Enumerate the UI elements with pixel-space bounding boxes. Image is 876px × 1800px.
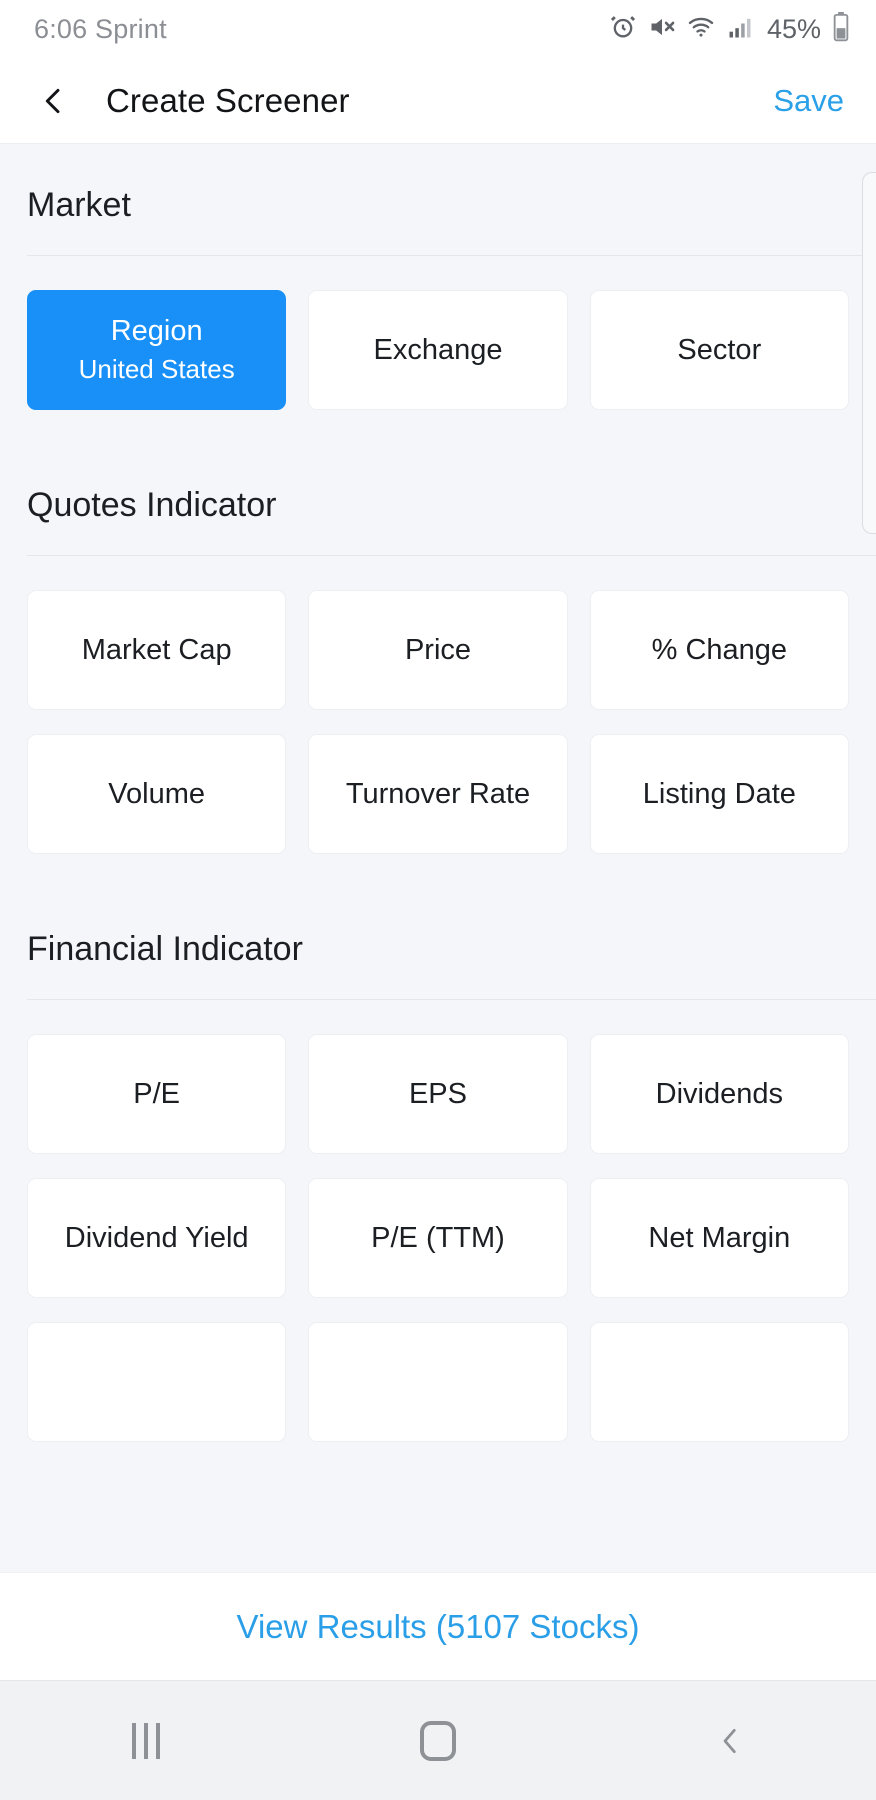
filter-card-label: Dividends	[655, 1077, 783, 1110]
signal-icon	[726, 13, 754, 46]
status-time-carrier: 6:06 Sprint	[34, 13, 167, 44]
market-card-grid: Region United States Exchange Sector	[0, 256, 876, 410]
filter-card-label: % Change	[651, 633, 788, 666]
recents-button[interactable]	[86, 1696, 206, 1786]
filter-card-dividend-yield[interactable]: Dividend Yield	[27, 1178, 287, 1298]
filter-card-region[interactable]: Region United States	[27, 290, 287, 410]
filter-card-pe-ttm[interactable]: P/E (TTM)	[308, 1178, 568, 1298]
filter-card-volume[interactable]: Volume	[27, 734, 287, 854]
filter-card-pe[interactable]: P/E	[27, 1034, 287, 1154]
save-button[interactable]: Save	[769, 77, 848, 125]
filter-card-label: Price	[404, 633, 472, 666]
filter-card-label: Sector	[677, 333, 762, 366]
filter-card-label: Volume	[108, 777, 206, 810]
filter-card-sector[interactable]: Sector	[589, 290, 849, 410]
wifi-icon	[687, 13, 715, 46]
filter-card-value: United States	[78, 354, 235, 385]
app-header: Create Screener Save	[0, 58, 876, 144]
android-navigation-bar	[0, 1680, 876, 1800]
vertical-scrollbar[interactable]	[862, 172, 876, 534]
back-button[interactable]	[30, 78, 76, 124]
filter-card-eps[interactable]: EPS	[308, 1034, 568, 1154]
home-button[interactable]	[378, 1696, 498, 1786]
battery-icon	[832, 11, 850, 47]
section-title: Quotes Indicator	[27, 486, 277, 524]
mute-icon	[648, 13, 676, 46]
home-icon	[420, 1720, 456, 1761]
battery-percent-label: 45%	[766, 13, 821, 44]
section-market: Market Region United States Exchange Sec…	[0, 144, 876, 410]
filter-card-dividends[interactable]: Dividends	[589, 1034, 849, 1154]
filter-card-listing-date[interactable]: Listing Date	[589, 734, 849, 854]
status-bar: 6:06 Sprint 45%	[0, 0, 876, 58]
filter-card-label: EPS	[408, 1077, 467, 1110]
alarm-icon	[609, 13, 637, 46]
filter-card-partial-3[interactable]	[589, 1322, 849, 1442]
screener-content: Market Region United States Exchange Sec…	[0, 144, 876, 1680]
filter-card-label: Net Margin	[648, 1221, 791, 1254]
filter-card-label: Dividend Yield	[64, 1221, 249, 1254]
filter-card-label: P/E (TTM)	[371, 1221, 505, 1254]
section-title: Market	[27, 186, 131, 224]
section-title: Financial Indicator	[27, 930, 303, 968]
financial-card-grid: P/E EPS Dividends Dividend Yield P/E (TT…	[0, 1000, 876, 1442]
filter-card-label: Turnover Rate	[345, 777, 531, 810]
status-icons: 45%	[609, 11, 850, 47]
nav-back-button[interactable]	[670, 1696, 790, 1786]
filter-card-price[interactable]: Price	[308, 590, 568, 710]
filter-card-market-cap[interactable]: Market Cap	[27, 590, 287, 710]
recents-icon	[132, 1722, 160, 1759]
quotes-card-grid: Market Cap Price % Change Volume Turnove…	[0, 556, 876, 854]
filter-card-exchange[interactable]: Exchange	[308, 290, 568, 410]
filter-card-label: Market Cap	[81, 633, 232, 666]
filter-card-label: P/E	[133, 1077, 181, 1110]
section-quotes-indicator: Quotes Indicator Market Cap Price % Chan…	[0, 444, 876, 854]
view-results-button[interactable]: View Results (5107 Stocks)	[237, 1608, 640, 1646]
filter-card-label: Listing Date	[642, 777, 796, 810]
chevron-left-icon	[45, 88, 60, 113]
filter-card-net-margin[interactable]: Net Margin	[589, 1178, 849, 1298]
filter-card-label: Region	[110, 315, 203, 348]
filter-card-partial-1[interactable]	[27, 1322, 287, 1442]
filter-card-label: Exchange	[373, 333, 503, 366]
filter-card-partial-2[interactable]	[308, 1322, 568, 1442]
page-title: Create Screener	[106, 81, 350, 119]
filter-card-turnover-rate[interactable]: Turnover Rate	[308, 734, 568, 854]
back-icon	[723, 1728, 736, 1753]
filter-card-percent-change[interactable]: % Change	[589, 590, 849, 710]
bottom-action-bar: View Results (5107 Stocks)	[0, 1572, 876, 1680]
section-financial-indicator: Financial Indicator P/E EPS Dividends Di…	[0, 888, 876, 1442]
